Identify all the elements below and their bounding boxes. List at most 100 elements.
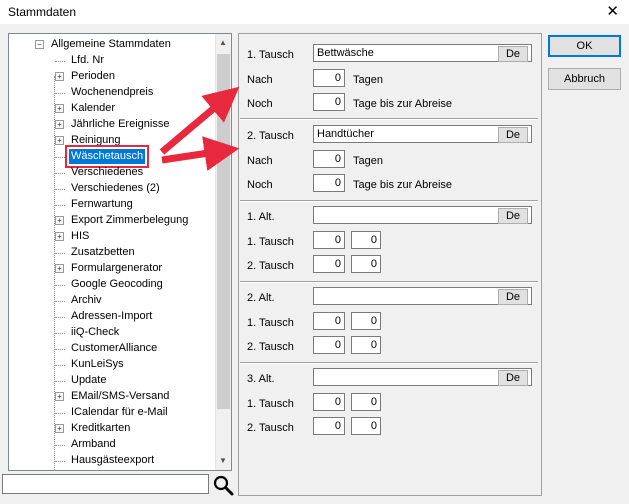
tree-item-label: Export Zimmerbelegung: [71, 214, 189, 226]
divider: [240, 118, 538, 120]
alt-tausch1-label: 1. Tausch: [247, 236, 294, 248]
expand-icon[interactable]: +: [55, 264, 64, 273]
tausch1-de-button[interactable]: De: [498, 46, 528, 62]
tree-connector: [55, 365, 65, 366]
expand-icon[interactable]: +: [55, 104, 64, 113]
tree-connector: [55, 333, 65, 334]
tausch1-nach-unit: Tagen: [353, 74, 383, 86]
divider: [240, 362, 538, 364]
alt-tausch1-input-a[interactable]: 0: [313, 393, 345, 411]
tausch2-nach-unit: Tagen: [353, 155, 383, 167]
tree-connector: [55, 285, 65, 286]
tausch2-de-button[interactable]: De: [498, 127, 528, 143]
tree-item-label: Adressen-Import: [71, 310, 153, 322]
tree-connector: [55, 173, 65, 174]
tree-root-label: Allgemeine Stammdaten: [51, 38, 171, 50]
tree-item-label: Wäschetausch: [64, 145, 150, 168]
ok-button[interactable]: OK: [548, 35, 621, 57]
tree-connector: [55, 381, 65, 382]
title-bar: Stammdaten ✕: [0, 0, 629, 24]
expand-icon[interactable]: +: [55, 216, 64, 225]
expand-icon[interactable]: +: [55, 136, 64, 145]
alt-tausch2-input-b[interactable]: 0: [351, 255, 381, 273]
tausch1-nach-label: Nach: [247, 74, 273, 86]
alt-tausch1-input-a[interactable]: 0: [313, 231, 345, 249]
tree-item-label: KunLeiSys: [71, 358, 124, 370]
alt-label: 2. Alt.: [247, 292, 275, 304]
scroll-up-icon[interactable]: ▲: [219, 38, 227, 47]
tree-item-label: CustomerAlliance: [71, 342, 158, 354]
collapse-icon[interactable]: −: [35, 40, 44, 49]
alt-tausch2-label: 2. Tausch: [247, 260, 294, 272]
tree-item-label: Verschiedenes: [71, 166, 144, 178]
expand-icon[interactable]: +: [55, 424, 64, 433]
tree-connector: [55, 413, 65, 414]
tree-item-label: iiQ-Check: [71, 326, 120, 338]
tree-item-label: Wochenendpreis: [71, 86, 154, 98]
alt-tausch2-input-b[interactable]: 0: [351, 336, 381, 354]
tausch1-noch-input[interactable]: 0: [313, 93, 345, 111]
tree-item-label: Armband: [71, 438, 116, 450]
cancel-button[interactable]: Abbruch: [548, 68, 621, 90]
tree-connector: [55, 93, 65, 94]
tree-item-label: Formulargenerator: [71, 262, 163, 274]
alt-de-button[interactable]: De: [498, 289, 528, 305]
scroll-thumb[interactable]: [217, 54, 230, 409]
tree-scrollbar[interactable]: ▲ ▼: [215, 34, 231, 470]
tree-item-label: Fernwartung: [71, 198, 133, 210]
expand-icon[interactable]: +: [55, 120, 64, 129]
alt-tausch2-input-a[interactable]: 0: [313, 417, 345, 435]
tree-item-label: Lfd. Nr: [71, 54, 105, 66]
scroll-down-icon[interactable]: ▼: [219, 456, 227, 465]
tausch2-noch-unit: Tage bis zur Abreise: [353, 179, 453, 191]
tree-connector: [55, 445, 65, 446]
divider: [240, 200, 538, 202]
tree-connector: [55, 461, 65, 462]
alt-de-button[interactable]: De: [498, 208, 528, 224]
settings-tree[interactable]: − Allgemeine Stammdaten Lfd. Nr + Perioden…: [8, 33, 232, 471]
tree-search-input[interactable]: [2, 474, 209, 494]
alt-label: 1. Alt.: [247, 211, 275, 223]
alt-tausch1-input-b[interactable]: 0: [351, 231, 381, 249]
tree-item-label: Reinigung: [71, 134, 121, 146]
tree-item-label: ICalendar für e-Mail: [71, 406, 168, 418]
tausch1-nach-input[interactable]: 0: [313, 69, 345, 87]
tree-item-label: Update: [71, 374, 107, 386]
alt-tausch2-input-a[interactable]: 0: [313, 255, 345, 273]
tausch2-label: 2. Tausch: [247, 130, 294, 142]
tausch2-noch-label: Noch: [247, 179, 273, 191]
alt-tausch1-input-a[interactable]: 0: [313, 312, 345, 330]
tree-item-label: Zusatzbetten: [71, 246, 135, 258]
tausch2-noch-input[interactable]: 0: [313, 174, 345, 192]
expand-icon[interactable]: +: [55, 392, 64, 401]
tree-item-label: HIS: [71, 230, 90, 242]
tree-item-label: Kalender: [71, 102, 116, 114]
tree-item-label: Google Geocoding: [71, 278, 163, 290]
close-icon[interactable]: ✕: [606, 2, 619, 20]
tausch1-noch-unit: Tage bis zur Abreise: [353, 98, 453, 110]
tree-connector: [55, 349, 65, 350]
tree-connector: [55, 157, 65, 158]
tausch2-nach-label: Nach: [247, 155, 273, 167]
tree-item-label: Archiv: [71, 294, 102, 306]
tree-item-label: Kreditkarten: [71, 422, 131, 434]
tree-connector: [55, 61, 65, 62]
tree-item-label: Perioden: [71, 70, 116, 82]
tree-item-label: Hausgästeexport: [71, 454, 155, 466]
tausch1-label: 1. Tausch: [247, 49, 294, 61]
alt-tausch2-input-b[interactable]: 0: [351, 417, 381, 435]
expand-icon[interactable]: +: [55, 72, 64, 81]
divider: [240, 281, 538, 283]
alt-tausch1-input-b[interactable]: 0: [351, 312, 381, 330]
tree-connector: [55, 301, 65, 302]
search-icon[interactable]: [212, 474, 234, 496]
window-title: Stammdaten: [8, 5, 77, 19]
tree-connector: [55, 317, 65, 318]
tausch2-nach-input[interactable]: 0: [313, 150, 345, 168]
alt-label: 3. Alt.: [247, 373, 275, 385]
tausch1-noch-label: Noch: [247, 98, 273, 110]
alt-de-button[interactable]: De: [498, 370, 528, 386]
alt-tausch2-input-a[interactable]: 0: [313, 336, 345, 354]
alt-tausch1-input-b[interactable]: 0: [351, 393, 381, 411]
expand-icon[interactable]: +: [55, 232, 64, 241]
